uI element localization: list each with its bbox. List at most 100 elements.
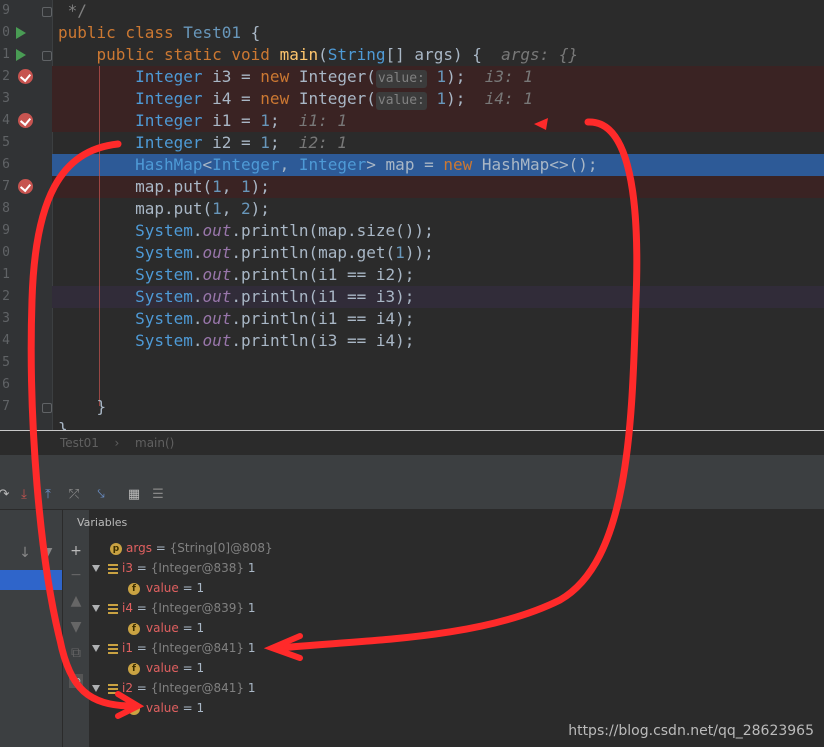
code-text: map.put(1, 1); [58,177,270,196]
line-number: 8 [2,201,10,216]
code-line: 8 map.put(1, 2); [0,198,824,220]
selected-frame[interactable] [0,570,62,590]
line-number: 1 [2,267,10,282]
line-number: 6 [2,377,10,392]
line-number: 7 [2,399,10,414]
line-number: 3 [2,311,10,326]
evaluate-expression-icon[interactable]: ▦ [126,487,142,503]
code-text: System.out.println(i1 == i3); [135,287,415,306]
copy-icon[interactable]: ⧉ [69,646,83,660]
debug-lower-panel: ↓ ▼ + − ▲ ▼ ⧉ ∞ Variables p args = {Strin… [0,510,824,747]
code-text: HashMap<Integer, Integer> map = new Hash… [135,155,598,174]
line-number: 9 [2,223,10,238]
code-text: map.put(1, 2); [58,199,270,218]
local-variable-icon [108,643,118,654]
variable-row[interactable]: i1 = {Integer@841} 1 [92,638,256,658]
expand-arrow-icon[interactable] [92,565,100,572]
step-over-icon[interactable]: ↷ [0,487,12,503]
code-editor[interactable]: 9 */ 0 public class Test01 { 1 public st… [0,0,824,430]
variable-row[interactable]: i4 = {Integer@839} 1 [92,598,256,618]
debug-toolbar: ↷ ⤓ ⤒ ⤱ ⤥ ▦ ☰ [0,483,824,510]
trace-icon[interactable]: ☰ [150,487,166,503]
code-line: 1 System.out.println(i1 == i2); [0,264,824,286]
code-line: 4 Integer i1 = 1; i1: 1 [0,110,824,132]
line-number: 1 [2,47,10,62]
code-text: public class Test01 { [58,23,261,42]
code-line: 3 System.out.println(i1 == i4); [0,308,824,330]
field-row[interactable]: f value = 1 [128,578,204,598]
code-line: 0 public class Test01 { [0,22,824,44]
line-number: 0 [2,245,10,260]
field-row[interactable]: f value = 1 [128,658,204,678]
code-line: 0 System.out.println(map.get(1)); [0,242,824,264]
add-watch-icon[interactable]: + [69,544,83,558]
code-text: Integer i3 = new Integer(value: 1); i3: … [135,67,533,88]
run-to-cursor-icon[interactable]: ⤥ [93,487,109,503]
code-line: 7 } [0,396,824,418]
code-text: System.out.println(i3 == i4); [135,331,415,350]
expand-arrow-icon[interactable] [92,685,100,692]
code-text: } [58,397,107,416]
code-line: 7 map.put(1, 1); [0,176,824,198]
code-text: public static void main(String[] args) {… [96,45,579,64]
line-number: 0 [2,25,10,40]
code-line: 5 [0,352,824,374]
code-text: System.out.println(i1 == i2); [135,265,415,284]
local-variable-icon [108,563,118,574]
variables-title: Variables [77,516,128,529]
line-number: 4 [2,113,10,128]
expand-arrow-icon[interactable] [92,605,100,612]
variables-panel: Variables p args = {String[0]@808} i3 = {… [77,510,824,747]
code-line: 1 public static void main(String[] args)… [0,44,824,66]
local-variable-icon [108,603,118,614]
expand-arrow-icon[interactable] [92,645,100,652]
code-text: System.out.println(i1 == i4); [135,309,415,328]
remove-watch-icon[interactable]: − [69,568,83,582]
code-line: } [0,418,824,430]
field-row[interactable]: f value = 1 [128,618,204,638]
code-line: 3 Integer i4 = new Integer(value: 1); i4… [0,88,824,110]
watermark: https://blog.csdn.net/qq_28623965 [568,723,814,739]
line-number: 2 [2,69,10,84]
move-up-icon[interactable]: ▲ [69,594,83,608]
line-number: 5 [2,135,10,150]
code-line: 5 Integer i2 = 1; i2: 1 [0,132,824,154]
step-out-icon[interactable]: ⤒ [40,487,56,503]
line-number: 3 [2,91,10,106]
filter-icon[interactable]: ▼ [40,546,54,560]
breadcrumb-method[interactable]: main() [135,436,174,450]
move-down-icon[interactable]: ▼ [69,620,83,634]
local-variable-icon [108,683,118,694]
line-number: 5 [2,355,10,370]
variable-row[interactable]: i2 = {Integer@841} 1 [92,678,256,698]
step-into-icon[interactable]: ⤓ [16,487,32,503]
code-line: 9 */ [0,0,824,22]
code-line: 6 HashMap<Integer, Integer> map = new Ha… [0,154,824,176]
arrow-down-icon[interactable]: ↓ [18,546,32,560]
field-row[interactable]: f value = 1 [128,698,204,718]
line-number: 4 [2,333,10,348]
drop-frame-icon[interactable]: ⤱ [66,487,82,503]
field-icon: f [128,582,140,595]
field-icon: f [128,662,140,675]
code-line: 2 System.out.println(i1 == i3); [0,286,824,308]
code-text: System.out.println(map.get(1)); [135,243,434,262]
code-line: 4 System.out.println(i3 == i4); [0,330,824,352]
line-number: 7 [2,179,10,194]
code-text: Integer i1 = 1; i1: 1 [135,111,348,130]
breadcrumb: Test01 › main() [0,430,824,455]
code-text: Integer i4 = new Integer(value: 1); i4: … [135,89,533,110]
variable-row[interactable]: i3 = {Integer@838} 1 [92,558,256,578]
code-line: 9 System.out.println(map.size()); [0,220,824,242]
glasses-icon[interactable]: ∞ [69,674,83,688]
field-icon: f [128,702,140,715]
code-text: */ [58,1,87,20]
frames-panel[interactable]: ↓ ▼ [0,510,63,747]
debug-panel-header [0,455,824,483]
parameter-icon: p [110,542,122,555]
variable-row[interactable]: p args = {String[0]@808} [110,538,273,558]
line-number: 9 [2,3,10,18]
breadcrumb-class[interactable]: Test01 [60,436,99,450]
line-number: 6 [2,157,10,172]
code-text: Integer i2 = 1; i2: 1 [135,133,348,152]
